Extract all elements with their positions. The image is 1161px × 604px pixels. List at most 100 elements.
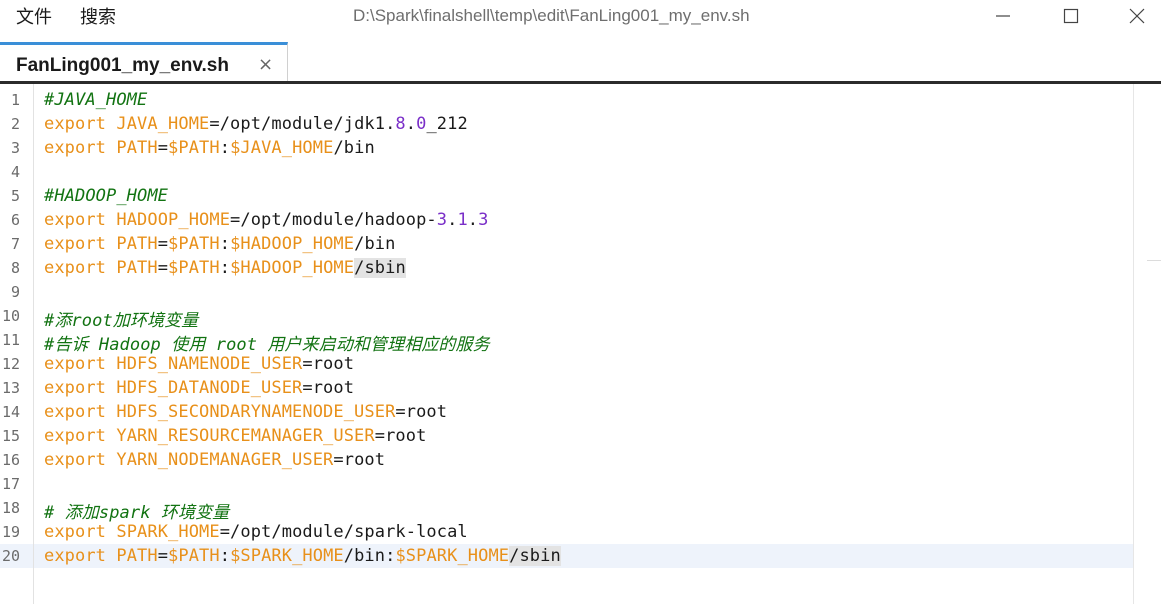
line-number: 15 bbox=[1, 427, 20, 445]
tab-file[interactable]: FanLing001_my_env.sh × bbox=[0, 42, 288, 81]
code-line[interactable]: 2 export JAVA_HOME=/opt/module/jdk1.8.0_2… bbox=[0, 112, 1133, 136]
code-line[interactable]: 4 bbox=[0, 160, 1133, 184]
code-token: $PATH bbox=[168, 258, 220, 278]
code-text: export HDFS_DATANODE_USER=root bbox=[44, 378, 354, 398]
code-token: export bbox=[44, 138, 117, 158]
code-token: _212 bbox=[426, 114, 468, 134]
code-line[interactable]: 1 #JAVA_HOME bbox=[0, 88, 1133, 112]
code-token: export bbox=[44, 426, 117, 446]
menu-file[interactable]: 文件 bbox=[16, 3, 52, 29]
code-token: HADOOP_HOME bbox=[116, 210, 231, 230]
code-token: $SPARK_HOME bbox=[395, 546, 510, 566]
code-token: HDFS_SECONDARYNAMENODE_USER bbox=[116, 402, 396, 422]
line-number: 20 bbox=[1, 547, 20, 565]
code-text: export PATH=$PATH:$SPARK_HOME/bin:$SPARK… bbox=[44, 546, 561, 566]
code-token: 0 bbox=[416, 114, 427, 134]
code-token: PATH bbox=[116, 546, 158, 566]
code-token: =/opt/module/hadoop- bbox=[230, 210, 437, 230]
line-number: 8 bbox=[10, 259, 20, 277]
code-token: export bbox=[44, 234, 117, 254]
code-line[interactable]: 20 export PATH=$PATH:$SPARK_HOME/bin:$SPA… bbox=[0, 544, 1133, 568]
minimize-icon bbox=[996, 15, 1010, 17]
code-line[interactable]: 7 export PATH=$PATH:$HADOOP_HOME/bin bbox=[0, 232, 1133, 256]
line-number: 17 bbox=[1, 475, 20, 493]
code-text: export PATH=$PATH:$JAVA_HOME/bin bbox=[44, 138, 375, 158]
vertical-scrollbar[interactable] bbox=[1133, 84, 1161, 604]
line-number: 2 bbox=[10, 115, 20, 133]
code-token: export bbox=[44, 450, 117, 470]
line-number: 4 bbox=[10, 163, 20, 181]
code-token: = bbox=[157, 234, 169, 254]
code-token: YARN_NODEMANAGER_USER bbox=[116, 450, 334, 470]
line-number: 18 bbox=[1, 499, 20, 517]
code-token: PATH bbox=[116, 138, 158, 158]
code-line[interactable]: 6 export HADOOP_HOME=/opt/module/hadoop- 3… bbox=[0, 208, 1133, 232]
code-line[interactable]: 17 bbox=[0, 472, 1133, 496]
line-number: 6 bbox=[10, 211, 20, 229]
code-token: = bbox=[157, 258, 169, 278]
code-token: export bbox=[44, 114, 117, 134]
tab-bar: FanLing001_my_env.sh × bbox=[0, 42, 1161, 83]
line-number: 3 bbox=[10, 139, 20, 157]
code-token: $HADOOP_HOME bbox=[230, 258, 355, 278]
code-token: : bbox=[219, 546, 231, 566]
code-line[interactable]: 18 # 添加spark 环境变量 bbox=[0, 496, 1133, 523]
code-token: = bbox=[157, 138, 169, 158]
code-token: /bin bbox=[333, 138, 375, 158]
code-line[interactable]: 3 export PATH=$PATH:$JAVA_HOME/bin bbox=[0, 136, 1133, 160]
code-token: PATH bbox=[116, 234, 158, 254]
code-line[interactable]: 13 export HDFS_DATANODE_USER=root bbox=[0, 376, 1133, 400]
tab-label: FanLing001_my_env.sh bbox=[16, 55, 229, 76]
code-token: HDFS_NAMENODE_USER bbox=[116, 354, 303, 374]
code-line[interactable]: 5 #HADOOP_HOME bbox=[0, 184, 1133, 208]
code-token: $SPARK_HOME bbox=[230, 546, 344, 566]
line-number: 1 bbox=[10, 91, 20, 109]
code-text: export JAVA_HOME=/opt/module/jdk1.8.0_21… bbox=[44, 114, 468, 134]
code-line[interactable]: 9 bbox=[0, 280, 1133, 304]
minimize-button[interactable] bbox=[980, 0, 1026, 32]
title-bar: 文件 搜索 D:\Spark\finalshell\temp\edit\FanL… bbox=[0, 0, 1161, 32]
line-number: 16 bbox=[1, 451, 20, 469]
code-token: /bin bbox=[354, 234, 396, 254]
code-line[interactable]: 11 #告诉 Hadoop 使用 root 用户来启动和管理相应的服务 bbox=[0, 328, 1133, 355]
code-token: . bbox=[467, 210, 479, 230]
menu-search[interactable]: 搜索 bbox=[80, 3, 116, 29]
code-line[interactable]: 16 export YARN_NODEMANAGER_USER=root bbox=[0, 448, 1133, 472]
code-token: $PATH bbox=[168, 138, 220, 158]
code-token: . bbox=[447, 210, 458, 230]
code-text: export YARN_NODEMANAGER_USER=root bbox=[44, 450, 385, 470]
code-line[interactable]: 19 export SPARK_HOME=/opt/module/spark-lo… bbox=[0, 520, 1133, 544]
code-text: export PATH=$PATH:$HADOOP_HOME/bin bbox=[44, 234, 395, 254]
code-line[interactable]: 14 export HDFS_SECONDARYNAMENODE_USER=roo… bbox=[0, 400, 1133, 424]
line-number: 14 bbox=[1, 403, 20, 421]
code-line[interactable]: 8 export PATH=$PATH:$HADOOP_HOME/sbin bbox=[0, 256, 1133, 280]
code-token: : bbox=[219, 258, 231, 278]
scrollbar-marker bbox=[1147, 260, 1161, 261]
code-token: #HADOOP_HOME bbox=[44, 186, 169, 206]
code-token: 3 bbox=[478, 210, 489, 230]
code-text: export HDFS_NAMENODE_USER=root bbox=[44, 354, 354, 374]
line-number: 19 bbox=[1, 523, 20, 541]
code-token: 8 bbox=[395, 114, 406, 134]
line-number: 7 bbox=[10, 235, 20, 253]
code-token: YARN_RESOURCEMANAGER_USER bbox=[116, 426, 375, 446]
code-token: /sbin bbox=[354, 258, 406, 278]
code-token: 1 bbox=[457, 210, 468, 230]
maximize-button[interactable] bbox=[1048, 0, 1094, 32]
tab-close-icon[interactable]: × bbox=[258, 54, 273, 75]
code-token: #JAVA_HOME bbox=[44, 90, 148, 110]
code-token: /sbin bbox=[509, 546, 561, 566]
code-token: export bbox=[44, 402, 117, 422]
code-text: #HADOOP_HOME bbox=[44, 186, 168, 206]
code-token: HDFS_DATANODE_USER bbox=[116, 378, 303, 398]
line-number: 11 bbox=[1, 331, 20, 349]
code-token: export bbox=[44, 210, 117, 230]
code-token: =root bbox=[374, 426, 427, 446]
code-line[interactable]: 12 export HDFS_NAMENODE_USER=root bbox=[0, 352, 1133, 376]
close-window-button[interactable] bbox=[1114, 0, 1160, 32]
code-line[interactable]: 10 #添root加环境变量 bbox=[0, 304, 1133, 331]
code-editor[interactable]: 1 #JAVA_HOME 2 export JAVA_HOME=/opt/module… bbox=[0, 84, 1161, 604]
code-token: export bbox=[44, 546, 117, 566]
code-line[interactable]: 15 export YARN_RESOURCEMANAGER_USER=root bbox=[0, 424, 1133, 448]
close-icon bbox=[1129, 8, 1145, 24]
